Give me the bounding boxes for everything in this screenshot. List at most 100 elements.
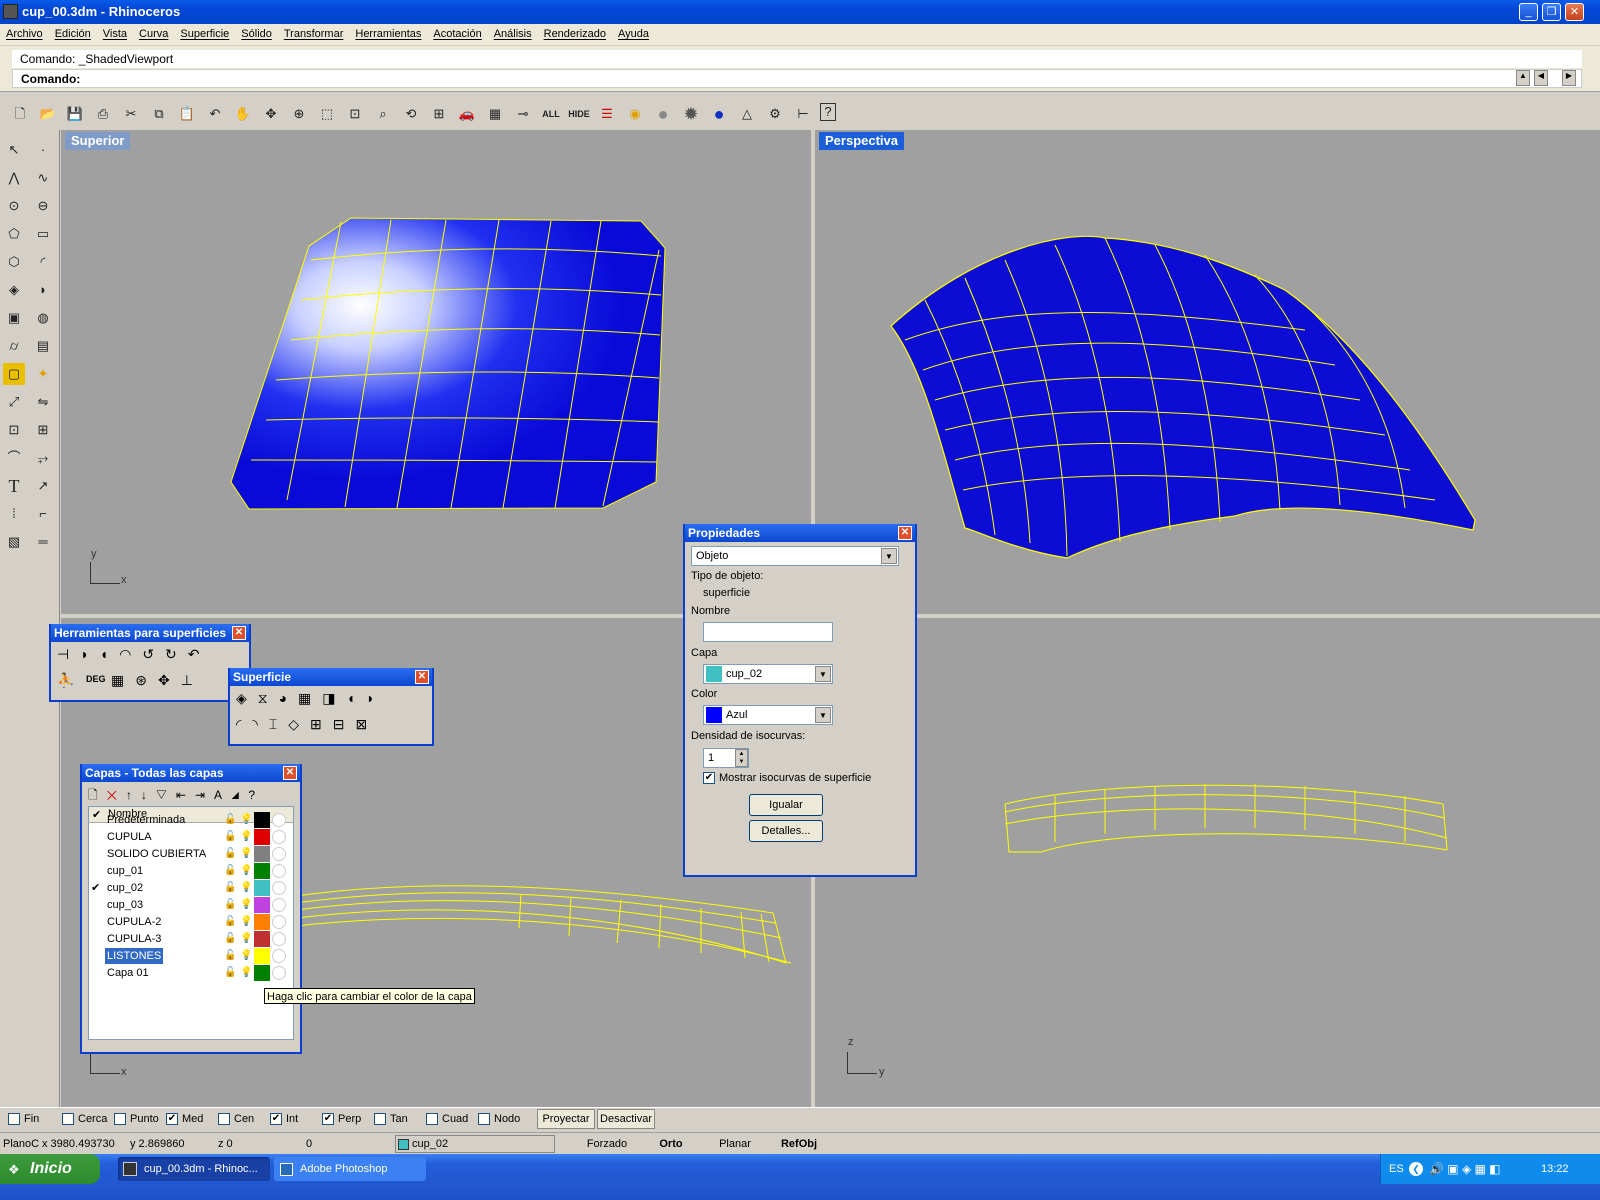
layer-row[interactable]: LISTONES 🔓 💡 xyxy=(100,948,290,964)
layer-material-icon[interactable] xyxy=(272,881,286,895)
lightbulb-icon[interactable]: 💡 xyxy=(240,880,252,896)
osnap-cen[interactable]: Cen xyxy=(218,1111,254,1127)
layer-name[interactable]: cup_01 xyxy=(105,863,145,879)
layer-name[interactable]: CUPULA-2 xyxy=(105,914,163,930)
viewport-icon[interactable]: ▧ xyxy=(3,531,25,553)
deg-icon[interactable]: DEG xyxy=(86,674,106,684)
zoom-extents-icon[interactable]: ⊡ xyxy=(344,103,366,125)
osnap-cuad[interactable]: Cuad xyxy=(426,1111,468,1127)
more-tools-icon[interactable]: ═ xyxy=(32,531,54,553)
osnap-nodo[interactable]: Nodo xyxy=(478,1111,520,1127)
new-file-icon[interactable]: 🗋 xyxy=(9,103,31,125)
menu-solido[interactable]: Sólido xyxy=(235,24,278,45)
osnap-checkbox[interactable]: ✔ xyxy=(166,1113,178,1126)
layer-row[interactable]: CUPULA-2 🔓 💡 xyxy=(100,914,290,930)
text-icon[interactable]: T xyxy=(3,475,25,497)
surface-tools-icon[interactable]: ◈ xyxy=(3,279,25,301)
save-icon[interactable]: 💾 xyxy=(64,103,86,125)
layer-material-icon[interactable] xyxy=(272,898,286,912)
osnap-checkbox[interactable] xyxy=(114,1113,126,1126)
layer-color-swatch[interactable] xyxy=(254,863,270,879)
open-file-icon[interactable]: 📂 xyxy=(37,103,59,125)
gray-sphere-icon[interactable]: ● xyxy=(652,103,674,125)
show-isocurves-option[interactable]: ✔ Mostrar isocurvas de superficie xyxy=(703,772,871,785)
menu-archivo[interactable]: Archivo xyxy=(0,24,49,45)
array-icon[interactable]: ⊞ xyxy=(32,419,54,441)
command-scroll-button[interactable]: ▲ xyxy=(1516,70,1530,86)
rotate-view-icon[interactable]: ✥ xyxy=(260,103,282,125)
layer-color-swatch[interactable] xyxy=(254,914,270,930)
restore-button[interactable]: ❐ xyxy=(1542,3,1561,21)
layer-name[interactable]: Predeterminada xyxy=(105,812,187,828)
current-layer-status[interactable]: cup_02 xyxy=(395,1135,555,1153)
osnap-punto[interactable]: Punto xyxy=(114,1111,159,1127)
layer-select[interactable]: cup_02 ▼ xyxy=(703,664,833,684)
layer-material-icon[interactable] xyxy=(272,932,286,946)
lock-icon[interactable]: 🔓 xyxy=(224,829,236,845)
menu-vista[interactable]: Vista xyxy=(97,24,133,45)
layer-name[interactable]: CUPULA-3 xyxy=(105,931,163,947)
osnap-checkbox[interactable] xyxy=(374,1113,386,1126)
lock-icon[interactable]: 🔓 xyxy=(224,812,236,828)
zoom-icon[interactable]: ⊕ xyxy=(288,103,310,125)
menu-renderizado[interactable]: Renderizado xyxy=(538,24,612,45)
layers-icon[interactable]: ☰ xyxy=(596,103,618,125)
mirror-icon[interactable]: ⇋ xyxy=(32,391,54,413)
offset-icon[interactable]: ⥅ xyxy=(32,447,54,469)
select-arrow-icon[interactable]: ↖ xyxy=(3,139,25,161)
lightbulb-icon[interactable]: 💡 xyxy=(240,897,252,913)
layer-name[interactable]: LISTONES xyxy=(105,948,164,964)
lightbulb-icon[interactable]: 💡 xyxy=(240,829,252,845)
close-icon[interactable]: ✕ xyxy=(898,526,912,540)
explode-icon[interactable]: ✦ xyxy=(32,363,54,385)
layers-toolbar[interactable]: 🗋✕↑↓▽⇤⇥A◢? xyxy=(88,786,264,807)
layer-name[interactable]: Capa 01 xyxy=(105,965,151,981)
close-icon[interactable]: ✕ xyxy=(283,766,297,780)
osnap-checkbox[interactable] xyxy=(62,1113,74,1126)
layer-color-swatch[interactable] xyxy=(254,846,270,862)
osnap-perp[interactable]: ✔ Perp xyxy=(322,1111,361,1127)
lock-icon[interactable]: 🔓 xyxy=(224,948,236,964)
lock-icon[interactable]: 🔓 xyxy=(224,863,236,879)
print-icon[interactable]: ⎙ xyxy=(92,103,114,125)
light-icon[interactable]: △ xyxy=(736,103,758,125)
curve-icon[interactable]: ∿ xyxy=(32,167,54,189)
menu-herramientas[interactable]: Herramientas xyxy=(349,24,427,45)
viewport-derecha[interactable]: z y xyxy=(815,618,1600,1108)
layer-color-swatch[interactable] xyxy=(254,829,270,845)
lightbulb-icon[interactable]: 💡 xyxy=(240,914,252,930)
layer-row[interactable]: ✔ cup_02 🔓 💡 xyxy=(91,880,290,896)
viewport-layout-icon[interactable]: ⊞ xyxy=(428,103,450,125)
viewport-perspectiva[interactable]: Perspectiva xyxy=(815,130,1600,614)
menu-acotacion[interactable]: Acotación xyxy=(427,24,487,45)
layer-material-icon[interactable] xyxy=(272,915,286,929)
rectangle-icon[interactable]: ▭ xyxy=(32,223,54,245)
show-isocurves-checkbox[interactable]: ✔ xyxy=(703,772,715,785)
language-indicator[interactable]: ES xyxy=(1389,1154,1404,1184)
fillet-icon[interactable]: ⌒ xyxy=(3,447,25,469)
layer-color-swatch[interactable] xyxy=(254,931,270,947)
menu-transformar[interactable]: Transformar xyxy=(278,24,350,45)
osnap-icon[interactable]: ⊸ xyxy=(512,103,534,125)
sphere-icon[interactable]: ◍ xyxy=(32,307,54,329)
layer-color-swatch[interactable] xyxy=(254,880,270,896)
layer-name[interactable]: cup_02 xyxy=(105,880,145,896)
command-input[interactable]: Comando: xyxy=(12,69,1582,88)
layer-color-swatch[interactable] xyxy=(254,948,270,964)
help-icon[interactable]: ? xyxy=(820,103,836,121)
command-next-button[interactable]: ▶ xyxy=(1562,70,1576,86)
lock-icon[interactable]: 🔓 xyxy=(224,931,236,947)
layer-color-swatch[interactable] xyxy=(254,897,270,913)
layer-color-swatch[interactable] xyxy=(254,965,270,981)
menu-ayuda[interactable]: Ayuda xyxy=(612,24,655,45)
layer-name[interactable]: SOLIDO CUBIERTA xyxy=(105,846,208,862)
chevron-down-icon[interactable]: ▼ xyxy=(815,666,831,682)
dimension-tool-icon[interactable]: ↗ xyxy=(32,475,54,497)
osnap-checkbox[interactable] xyxy=(426,1113,438,1126)
superficie-row-1[interactable]: ◈⧖◕▦◨◖◗ xyxy=(236,690,385,707)
osnap-cerca[interactable]: Cerca xyxy=(62,1111,107,1127)
hide-icon[interactable]: HIDE xyxy=(568,103,590,125)
lock-icon[interactable]: 🔓 xyxy=(224,846,236,862)
lightbulb-icon[interactable]: 💡 xyxy=(240,812,252,828)
dimension-icon[interactable]: ⊢ xyxy=(792,103,814,125)
